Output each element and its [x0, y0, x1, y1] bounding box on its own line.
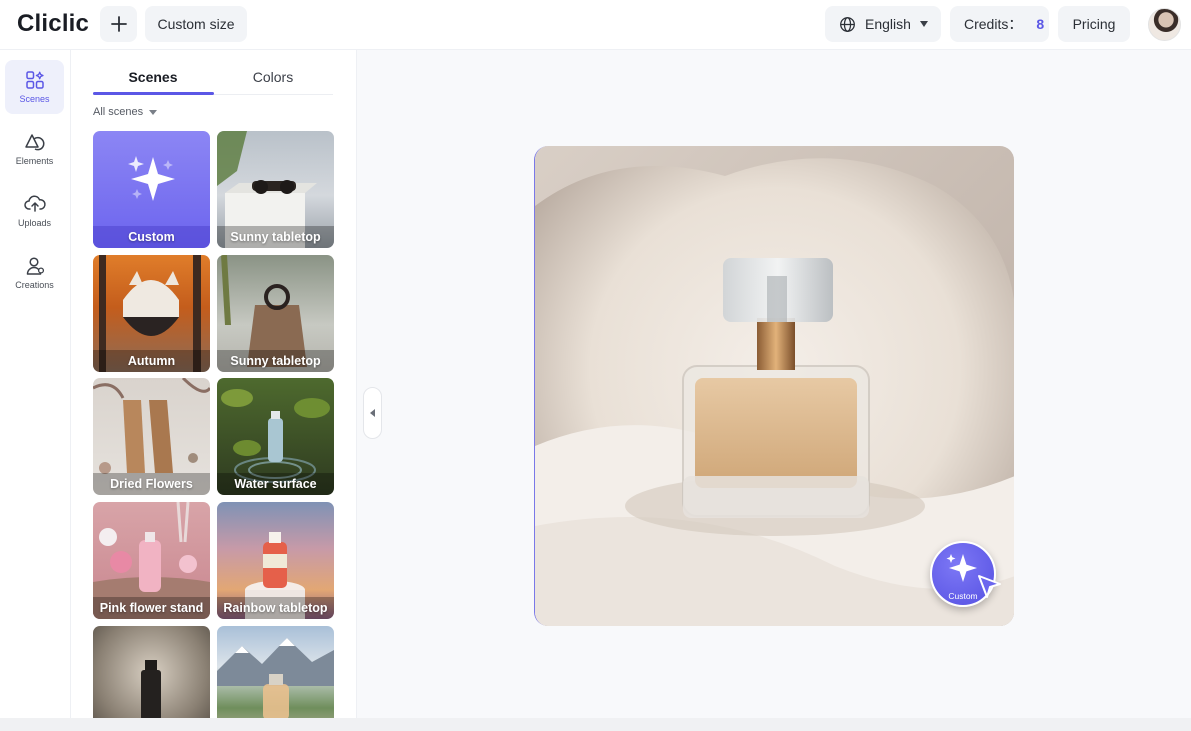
tab-scenes[interactable]: Scenes	[93, 69, 213, 85]
plus-icon	[110, 16, 127, 32]
rail-item-scenes[interactable]: Scenes	[5, 60, 64, 114]
rail-label: Uploads	[17, 218, 52, 228]
scene-card-rainbow-tabletop[interactable]: Rainbow tabletop	[217, 502, 334, 619]
rail-label: Elements	[15, 156, 54, 166]
pricing-button[interactable]: Pricing	[1058, 6, 1130, 42]
scene-label: Dried Flowers	[93, 473, 210, 495]
active-tab-indicator	[93, 92, 214, 95]
user-avatar[interactable]	[1148, 8, 1181, 41]
scene-card-sunny-tabletop-2[interactable]: Sunny tabletop	[217, 255, 334, 372]
scene-card-sunny-tabletop[interactable]: Sunny tabletop	[217, 131, 334, 248]
scene-filter-dropdown[interactable]: All scenes	[93, 106, 158, 118]
filter-label: All scenes	[93, 106, 144, 118]
add-button[interactable]	[100, 6, 137, 42]
language-label: English	[865, 16, 911, 32]
scene-label: Rainbow tabletop	[217, 597, 334, 619]
scenes-panel: Scenes Colors All scenes Custom Sunny ta…	[71, 50, 357, 718]
rail-item-elements[interactable]: Elements	[5, 122, 64, 176]
scene-label: Water surface	[217, 473, 334, 495]
scene-card-dark-bottle[interactable]	[93, 626, 210, 718]
user-icon	[26, 257, 44, 275]
scene-card-mountain[interactable]	[217, 626, 334, 718]
rail-item-uploads[interactable]: Uploads	[5, 184, 64, 238]
custom-size-button[interactable]: Custom size	[145, 6, 247, 42]
credits-count: 8	[1036, 16, 1045, 32]
credits-label: Credits：	[964, 16, 1023, 32]
bottom-strip	[0, 718, 1191, 731]
scene-label: Autumn	[93, 350, 210, 372]
rail-label: Scenes	[19, 94, 50, 104]
scene-card-custom[interactable]: Custom	[93, 131, 210, 248]
app-logo[interactable]: Cliclic	[17, 10, 89, 38]
scene-card-dried-flowers[interactable]: Dried Flowers	[93, 378, 210, 495]
chevron-down-icon	[149, 109, 158, 115]
left-rail: Scenes Elements Uploads Creations	[0, 50, 71, 718]
collapse-panel-button[interactable]	[363, 387, 382, 439]
scene-label: Custom	[93, 226, 210, 248]
shapes-icon	[24, 134, 44, 151]
scene-thumbnail	[217, 638, 334, 718]
scene-label: Sunny tabletop	[217, 226, 334, 248]
scene-label: Pink flower stand	[93, 597, 210, 619]
credits-button[interactable]: Credits： 8	[950, 6, 1049, 42]
chevron-down-icon	[919, 21, 928, 27]
globe-icon	[840, 16, 855, 32]
cloud-upload-icon	[23, 195, 46, 212]
scene-card-pink-flower-stand[interactable]: Pink flower stand	[93, 502, 210, 619]
scene-card-autumn[interactable]: Autumn	[93, 255, 210, 372]
cursor-icon	[978, 575, 1001, 598]
chevron-left-icon	[370, 409, 375, 417]
rail-item-creations[interactable]: Creations	[5, 246, 64, 300]
tab-colors[interactable]: Colors	[213, 69, 333, 85]
grid-icon	[25, 71, 44, 89]
language-selector[interactable]: English	[825, 6, 941, 42]
scene-label: Sunny tabletop	[217, 350, 334, 372]
scene-thumbnail	[141, 660, 161, 718]
top-bar: Cliclic Custom size English Credits： 8 P…	[0, 0, 1191, 50]
scene-card-water-surface[interactable]: Water surface	[217, 378, 334, 495]
rail-label: Creations	[15, 280, 54, 290]
